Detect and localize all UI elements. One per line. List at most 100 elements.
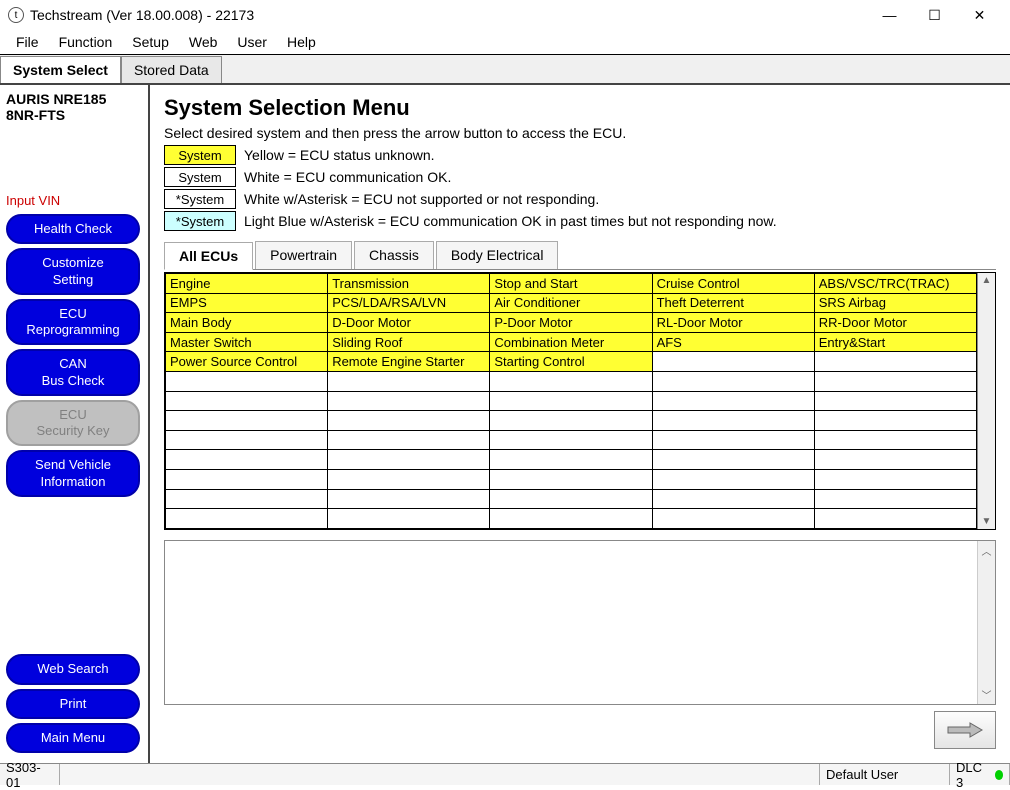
ecu-button: ECUSecurity Key [6, 400, 140, 447]
ecu-cell [328, 391, 490, 411]
ecu-grid-container: EngineTransmissionStop and StartCruise C… [164, 272, 996, 530]
ecu-cell[interactable]: Sliding Roof [328, 332, 490, 352]
legend-swatch: *System [164, 211, 236, 231]
tab-stored-data[interactable]: Stored Data [121, 56, 222, 83]
grid-scrollbar[interactable]: ▲ ▼ [977, 273, 995, 529]
web-search-button[interactable]: Web Search [6, 654, 140, 684]
table-row [166, 489, 977, 509]
table-row: EMPSPCS/LDA/RSA/LVNAir ConditionerTheft … [166, 293, 977, 313]
ecu-cell[interactable]: Combination Meter [490, 332, 652, 352]
menu-help[interactable]: Help [279, 32, 324, 52]
maximize-button[interactable]: ☐ [912, 0, 957, 30]
ecu-cell[interactable]: Power Source Control [166, 352, 328, 372]
ecu-cell [652, 509, 814, 529]
table-row [166, 391, 977, 411]
ecu-cell [814, 372, 976, 392]
ecu-cell[interactable]: D-Door Motor [328, 313, 490, 333]
ecu-cell [652, 372, 814, 392]
ecu-tabs: All ECUsPowertrainChassisBody Electrical [164, 241, 996, 270]
ecu-cell [166, 509, 328, 529]
legend-swatch: System [164, 145, 236, 165]
print-button[interactable]: Print [6, 689, 140, 719]
ecu-tab-body-electrical[interactable]: Body Electrical [436, 241, 559, 269]
scroll-down-icon[interactable]: ▼ [980, 514, 994, 529]
ecu-cell [328, 430, 490, 450]
ecu-cell[interactable]: Cruise Control [652, 274, 814, 294]
ecu-cell [814, 391, 976, 411]
ecu-tab-chassis[interactable]: Chassis [354, 241, 434, 269]
ecu-cell[interactable]: Air Conditioner [490, 293, 652, 313]
ecu-cell[interactable]: RR-Door Motor [814, 313, 976, 333]
ecu-cell [490, 372, 652, 392]
ecu-cell[interactable]: Theft Deterrent [652, 293, 814, 313]
ecu-grid: EngineTransmissionStop and StartCruise C… [165, 273, 977, 529]
scroll-up-icon[interactable]: ▲ [980, 273, 994, 288]
close-button[interactable]: ✕ [957, 0, 1002, 30]
legend-swatch: System [164, 167, 236, 187]
ecu-cell [166, 450, 328, 470]
ecu-cell [328, 509, 490, 529]
detail-scrollbar[interactable]: ︿ ﹀ [977, 541, 995, 704]
vehicle-info: AURIS NRE185 8NR-FTS [6, 91, 142, 123]
ecu-cell[interactable]: ABS/VSC/TRC(TRAC) [814, 274, 976, 294]
ecu-tab-all-ecus[interactable]: All ECUs [164, 242, 253, 270]
proceed-arrow-button[interactable] [934, 711, 996, 749]
scroll-up-icon[interactable]: ︿ [980, 541, 994, 560]
main-menu-button[interactable]: Main Menu [6, 723, 140, 753]
customize-button[interactable]: CustomizeSetting [6, 248, 140, 295]
ecu-cell[interactable]: RL-Door Motor [652, 313, 814, 333]
ecu-cell [490, 509, 652, 529]
ecu-button[interactable]: ECUReprogramming [6, 299, 140, 346]
table-row [166, 509, 977, 529]
menu-function[interactable]: Function [51, 32, 121, 52]
ecu-cell [814, 489, 976, 509]
ecu-cell[interactable]: Main Body [166, 313, 328, 333]
tab-system-select[interactable]: System Select [0, 56, 121, 83]
legend-text: White = ECU communication OK. [244, 169, 451, 185]
send-vehicle-button[interactable]: Send VehicleInformation [6, 450, 140, 497]
health-check-button[interactable]: Health Check [6, 214, 140, 244]
menu-setup[interactable]: Setup [124, 32, 177, 52]
legend-text: White w/Asterisk = ECU not supported or … [244, 191, 599, 207]
connection-dot-icon [995, 770, 1003, 780]
ecu-cell [652, 450, 814, 470]
can-button[interactable]: CANBus Check [6, 349, 140, 396]
ecu-cell [490, 430, 652, 450]
ecu-cell[interactable]: P-Door Motor [490, 313, 652, 333]
legend-text: Yellow = ECU status unknown. [244, 147, 435, 163]
ecu-cell [328, 470, 490, 490]
minimize-button[interactable]: — [867, 0, 912, 30]
app-icon: t [8, 7, 24, 23]
input-vin-link[interactable]: Input VIN [6, 193, 142, 208]
ecu-cell [490, 450, 652, 470]
ecu-cell[interactable]: Master Switch [166, 332, 328, 352]
ecu-cell[interactable]: Engine [166, 274, 328, 294]
table-row [166, 411, 977, 431]
menu-user[interactable]: User [229, 32, 275, 52]
ecu-cell [814, 430, 976, 450]
table-row [166, 450, 977, 470]
status-dlc: DLC 3 [950, 764, 1010, 785]
ecu-cell [814, 450, 976, 470]
ecu-cell [490, 411, 652, 431]
ecu-cell[interactable]: Remote Engine Starter [328, 352, 490, 372]
ecu-tab-powertrain[interactable]: Powertrain [255, 241, 352, 269]
menu-web[interactable]: Web [181, 32, 226, 52]
window-title: Techstream (Ver 18.00.008) - 22173 [30, 7, 867, 23]
ecu-cell[interactable]: SRS Airbag [814, 293, 976, 313]
table-row: Master SwitchSliding RoofCombination Met… [166, 332, 977, 352]
ecu-cell [652, 411, 814, 431]
ecu-cell [328, 411, 490, 431]
ecu-cell[interactable]: Entry&Start [814, 332, 976, 352]
ecu-cell[interactable]: Transmission [328, 274, 490, 294]
ecu-cell[interactable]: AFS [652, 332, 814, 352]
legend-swatch: *System [164, 189, 236, 209]
table-row [166, 430, 977, 450]
ecu-cell[interactable]: PCS/LDA/RSA/LVN [328, 293, 490, 313]
ecu-cell[interactable]: Stop and Start [490, 274, 652, 294]
top-tabs: System SelectStored Data [0, 54, 1010, 85]
ecu-cell[interactable]: Starting Control [490, 352, 652, 372]
menu-file[interactable]: File [8, 32, 47, 52]
scroll-down-icon[interactable]: ﹀ [980, 685, 994, 704]
ecu-cell[interactable]: EMPS [166, 293, 328, 313]
